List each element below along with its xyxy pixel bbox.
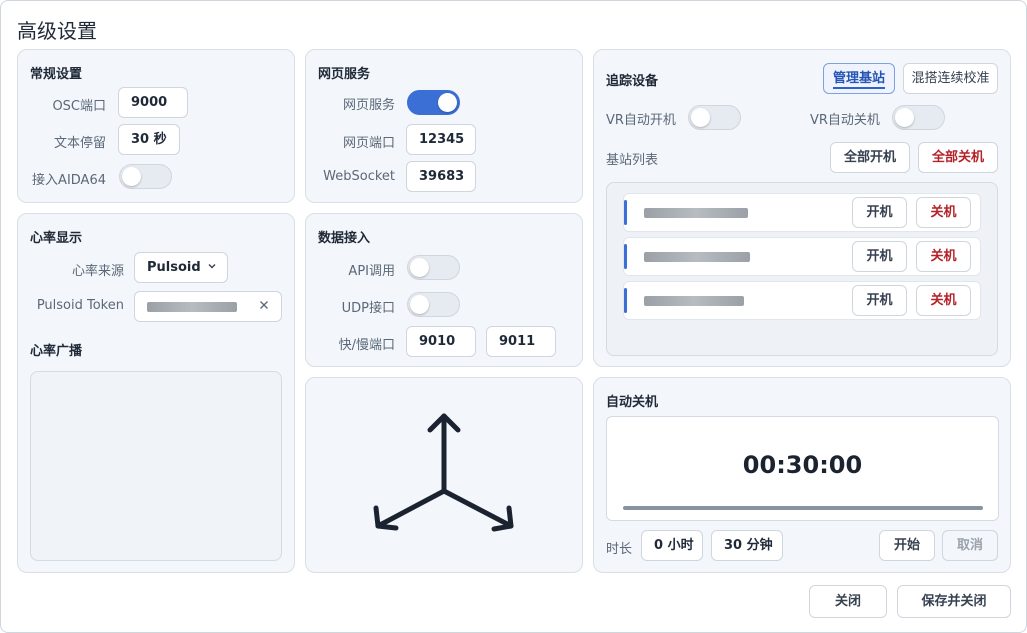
toggle-knob xyxy=(122,167,141,186)
base-station-list-label: 基站列表 xyxy=(606,153,659,168)
list-item: 开机 关机 xyxy=(623,237,981,276)
tracking-devices-heading: 追踪设备 xyxy=(606,74,659,89)
data-access-panel: 数据接入 API调用 UDP接口 快/慢端口 9010 9011 xyxy=(305,213,583,367)
countdown-time: 00:30:00 xyxy=(742,451,863,479)
udp-toggle[interactable] xyxy=(407,292,460,317)
web-service-label: 网页服务 xyxy=(342,98,395,113)
toggle-knob xyxy=(410,258,429,277)
tab-label: 管理基站 xyxy=(832,71,885,89)
vr-auto-off-label: VR自动关机 xyxy=(810,113,880,128)
heart-rate-source-label: 心率来源 xyxy=(71,264,124,279)
close-button[interactable]: 关闭 xyxy=(809,585,887,618)
heart-rate-source-select[interactable]: Pulsoid xyxy=(134,252,228,283)
pulsoid-token-label: Pulsoid Token xyxy=(36,298,124,313)
auto-shutdown-heading: 自动关机 xyxy=(606,395,659,410)
web-service-panel: 网页服务 网页服务 网页端口 12345 WebSocket 39683 xyxy=(305,49,583,203)
heart-rate-broadcast-heading: 心率广播 xyxy=(30,344,83,359)
close-icon[interactable] xyxy=(259,292,269,321)
hours-input[interactable]: 0 小时 xyxy=(641,530,703,561)
redacted-station-name xyxy=(644,296,744,306)
general-settings-panel: 常规设置 OSC端口 9000 文本停留 30 秒 接入AIDA64 xyxy=(17,49,295,203)
text-duration-label: 文本停留 xyxy=(53,136,106,151)
chevron-down-icon xyxy=(207,253,217,282)
row-accent xyxy=(624,288,627,313)
axis-arrows-icon xyxy=(368,404,518,548)
row-accent xyxy=(624,200,627,225)
cancel-button[interactable]: 取消 xyxy=(942,530,998,561)
minutes-input[interactable]: 30 分钟 xyxy=(711,530,783,561)
station-off-button[interactable]: 关机 xyxy=(916,197,971,228)
base-station-list: 开机 关机 开机 关机 开机 关机 xyxy=(606,182,998,356)
vr-auto-off-toggle[interactable] xyxy=(892,105,945,130)
redacted-token xyxy=(147,302,237,312)
auto-shutdown-panel: 自动关机 00:30:00 时长 0 小时 30 分钟 开始 取消 xyxy=(593,377,1011,573)
web-service-toggle[interactable] xyxy=(407,90,460,115)
countdown-progress-bar xyxy=(623,506,983,510)
toggle-knob xyxy=(691,108,710,127)
fast-slow-port-label: 快/慢端口 xyxy=(338,338,395,353)
toggle-knob xyxy=(410,295,429,314)
tracking-devices-panel: 追踪设备 管理基站 混搭连续校准 VR自动开机 VR自动关机 基站列表 全部开机… xyxy=(593,49,1011,367)
tab-mixed-continuous-calibration[interactable]: 混搭连续校准 xyxy=(903,63,998,94)
selected-value: Pulsoid xyxy=(147,260,201,275)
text-duration-input[interactable]: 30 秒 xyxy=(118,124,180,155)
heart-rate-panel: 心率显示 心率来源 Pulsoid Pulsoid Token 心率广播 xyxy=(17,213,295,573)
aida64-label: 接入AIDA64 xyxy=(32,173,106,188)
list-item: 开机 关机 xyxy=(623,281,981,320)
advanced-settings-dialog: 高级设置 常规设置 OSC端口 9000 文本停留 30 秒 接入AIDA64 … xyxy=(0,0,1027,633)
web-port-label: 网页端口 xyxy=(342,136,395,151)
api-toggle[interactable] xyxy=(407,255,460,280)
vr-auto-on-label: VR自动开机 xyxy=(606,113,676,128)
toggle-knob xyxy=(438,93,457,112)
duration-label: 时长 xyxy=(606,542,633,557)
start-button[interactable]: 开始 xyxy=(879,530,935,561)
tab-manage-base-stations[interactable]: 管理基站 xyxy=(823,63,895,94)
redacted-station-name xyxy=(644,208,748,218)
web-port-input[interactable]: 12345 xyxy=(406,124,476,155)
heart-rate-broadcast-area xyxy=(30,371,282,561)
station-off-button[interactable]: 关机 xyxy=(916,285,971,316)
station-on-button[interactable]: 开机 xyxy=(852,285,907,316)
websocket-port-input[interactable]: 39683 xyxy=(406,161,476,192)
websocket-label: WebSocket xyxy=(323,169,395,184)
station-on-button[interactable]: 开机 xyxy=(852,241,907,272)
all-off-button[interactable]: 全部关机 xyxy=(918,142,998,173)
general-settings-heading: 常规设置 xyxy=(30,67,83,82)
api-label: API调用 xyxy=(348,264,395,279)
aida64-toggle[interactable] xyxy=(119,164,172,189)
pulsoid-token-input[interactable] xyxy=(134,291,282,322)
osc-port-label: OSC端口 xyxy=(52,99,106,114)
fast-port-input[interactable]: 9010 xyxy=(406,326,476,357)
osc-port-input[interactable]: 9000 xyxy=(118,87,188,118)
dialog-title: 高级设置 xyxy=(17,19,97,43)
data-access-heading: 数据接入 xyxy=(318,231,371,246)
all-on-button[interactable]: 全部开机 xyxy=(830,142,910,173)
row-accent xyxy=(624,244,627,269)
heart-rate-heading: 心率显示 xyxy=(30,231,83,246)
station-on-button[interactable]: 开机 xyxy=(852,197,907,228)
udp-label: UDP接口 xyxy=(341,301,395,316)
vr-auto-on-toggle[interactable] xyxy=(688,105,741,130)
station-off-button[interactable]: 关机 xyxy=(916,241,971,272)
slow-port-input[interactable]: 9011 xyxy=(486,326,556,357)
list-item: 开机 关机 xyxy=(623,193,981,232)
toggle-knob xyxy=(895,108,914,127)
save-and-close-button[interactable]: 保存并关闭 xyxy=(897,585,1011,618)
web-service-heading: 网页服务 xyxy=(318,67,371,82)
redacted-station-name xyxy=(644,252,750,262)
axis-preview-panel xyxy=(305,377,583,573)
countdown-display: 00:30:00 xyxy=(606,416,999,521)
